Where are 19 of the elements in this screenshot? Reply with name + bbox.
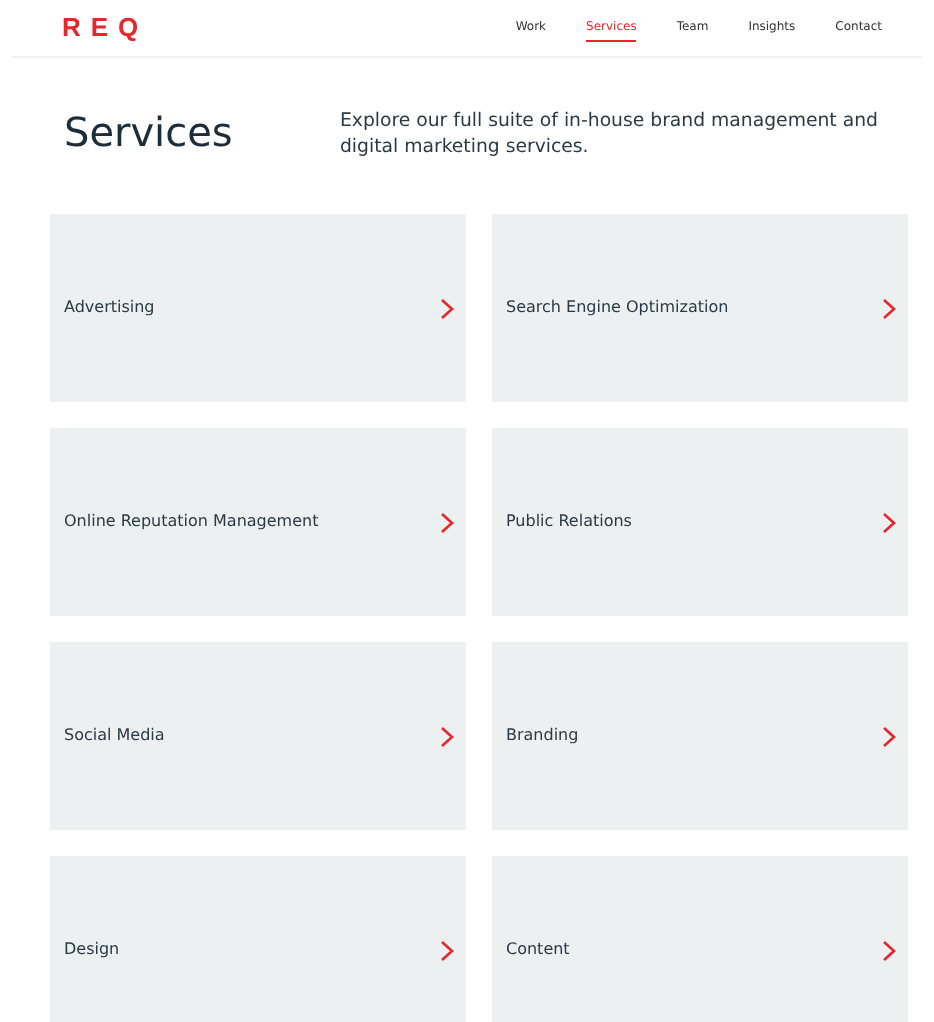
chevron-right-icon [440, 297, 454, 319]
chevron-right-icon [440, 939, 454, 961]
service-tile[interactable]: Design [50, 856, 466, 1022]
chevron-right-icon [882, 511, 896, 533]
logo[interactable]: REQ [62, 8, 149, 48]
chevron-right-icon [882, 725, 896, 747]
service-tile[interactable]: Public Relations [492, 428, 908, 616]
chevron-right-icon [882, 939, 896, 961]
page-heading: Services [64, 108, 235, 156]
service-tile[interactable]: Branding [492, 642, 908, 830]
chevron-right-icon [440, 511, 454, 533]
service-tile[interactable]: Content [492, 856, 908, 1022]
intro-text: Explore our full suite of in-house brand management and digital marketing services. [339, 108, 880, 161]
service-tile[interactable]: Online Reputation Management [50, 428, 466, 616]
chevron-right-icon [882, 297, 896, 319]
chevron-right-icon [440, 725, 454, 747]
service-tile[interactable]: Search Engine Optimization [492, 214, 908, 402]
service-tile[interactable]: Advertising [50, 214, 466, 402]
service-tile[interactable]: Social Media [50, 642, 466, 830]
